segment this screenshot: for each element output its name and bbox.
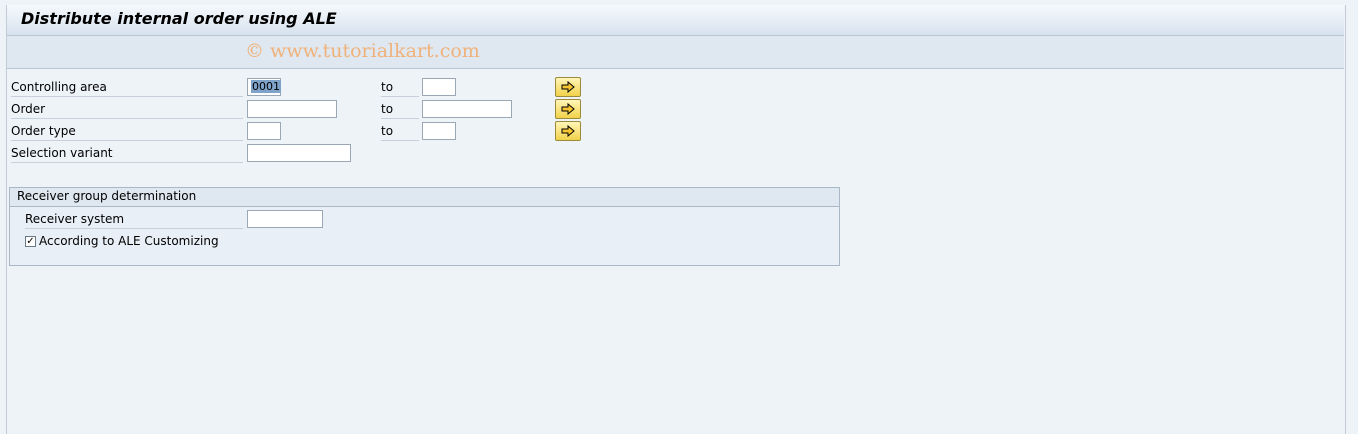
order-type-to-input[interactable] <box>422 122 456 140</box>
receiver-group-title: Receiver group determination <box>17 189 197 203</box>
controlling-area-to-input[interactable] <box>422 78 456 96</box>
receiver-system-label: Receiver system <box>25 210 243 229</box>
controlling-area-to-label: to <box>381 78 419 97</box>
watermark-text: © www.tutorialkart.com <box>245 40 480 62</box>
selection-variant-label: Selection variant <box>11 144 243 163</box>
title-bar: Distribute internal order using ALE <box>7 5 1344 36</box>
order-multiple-selection-button[interactable] <box>555 99 581 119</box>
order-to-label: to <box>381 100 419 119</box>
order-to-input[interactable] <box>422 100 512 118</box>
selection-variant-input[interactable] <box>247 144 351 162</box>
controlling-area-from-input[interactable]: 0001 <box>247 78 281 96</box>
arrow-right-icon <box>561 125 575 137</box>
order-type-multiple-selection-button[interactable] <box>555 121 581 141</box>
controlling-area-label: Controlling area <box>11 78 243 97</box>
order-label: Order <box>11 100 243 119</box>
order-from-input[interactable] <box>247 100 337 118</box>
arrow-right-icon <box>561 103 575 115</box>
page-title: Distribute internal order using ALE <box>21 9 337 28</box>
receiver-system-input[interactable] <box>247 210 323 228</box>
order-type-from-input[interactable] <box>247 122 281 140</box>
application-toolbar: © www.tutorialkart.com <box>7 36 1344 69</box>
order-type-to-label: to <box>381 122 419 141</box>
ale-customizing-checkbox[interactable]: ✓ <box>25 236 36 247</box>
arrow-right-icon <box>561 81 575 93</box>
controlling-area-value: 0001 <box>251 80 281 93</box>
ale-customizing-label: According to ALE Customizing <box>39 234 219 248</box>
controlling-area-multiple-selection-button[interactable] <box>555 77 581 97</box>
order-type-label: Order type <box>11 122 243 141</box>
receiver-group-header: Receiver group determination <box>10 188 839 207</box>
